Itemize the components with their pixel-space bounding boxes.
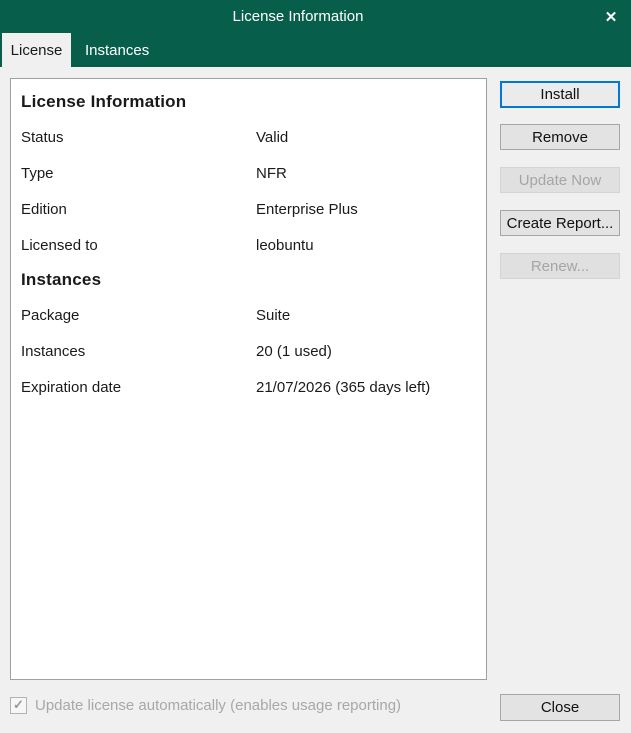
update-license-checkbox: ✓ [10, 696, 27, 714]
window-title: License Information [232, 8, 364, 25]
update-license-checkbox-group: ✓ Update license automatically (enables … [10, 696, 401, 714]
row-label: Type [21, 164, 54, 182]
license-information-dialog: License Information ✕ License Instances … [0, 0, 631, 733]
row-value: leobuntu [256, 236, 314, 254]
update-now-button: Update Now [500, 167, 620, 193]
row-licensed-to: Licensed to leobuntu [21, 227, 476, 263]
row-type: Type NFR [21, 155, 476, 191]
section-header-license-information: License Information [21, 92, 187, 111]
row-label: Instances [21, 342, 86, 360]
row-value: Valid [256, 128, 289, 146]
row-instances: Instances 20 (1 used) [21, 333, 476, 369]
remove-button[interactable]: Remove [500, 124, 620, 150]
row-label: Package [21, 306, 80, 324]
close-icon[interactable]: ✕ [591, 0, 631, 33]
row-value: Suite [256, 306, 291, 324]
row-value: NFR [256, 164, 287, 182]
row-label: Edition [21, 200, 67, 218]
row-label: Licensed to [21, 236, 98, 254]
close-button[interactable]: Close [500, 694, 620, 721]
row-expiration-date: Expiration date 21/07/2026 (365 days lef… [21, 369, 476, 405]
create-report-button[interactable]: Create Report... [500, 210, 620, 236]
row-value: 21/07/2026 (365 days left) [256, 378, 431, 396]
row-label: Expiration date [21, 378, 122, 396]
row-value: Enterprise Plus [256, 200, 358, 218]
install-button[interactable]: Install [500, 81, 620, 108]
license-details-panel: License Information Status Valid Type NF… [10, 78, 487, 680]
checkmark-icon: ✓ [13, 697, 24, 712]
tab-license[interactable]: License [2, 33, 71, 67]
titlebar: License Information ✕ [0, 0, 631, 33]
tab-instances[interactable]: Instances [71, 33, 175, 67]
row-label: Status [21, 128, 64, 146]
row-edition: Edition Enterprise Plus [21, 191, 476, 227]
row-status: Status Valid [21, 119, 476, 155]
renew-button: Renew... [500, 253, 620, 279]
row-value: 20 (1 used) [256, 342, 332, 360]
section-header-instances: Instances [21, 270, 102, 289]
row-package: Package Suite [21, 297, 476, 333]
update-license-checkbox-label: Update license automatically (enables us… [35, 696, 402, 714]
tab-strip: License Instances [0, 33, 631, 67]
